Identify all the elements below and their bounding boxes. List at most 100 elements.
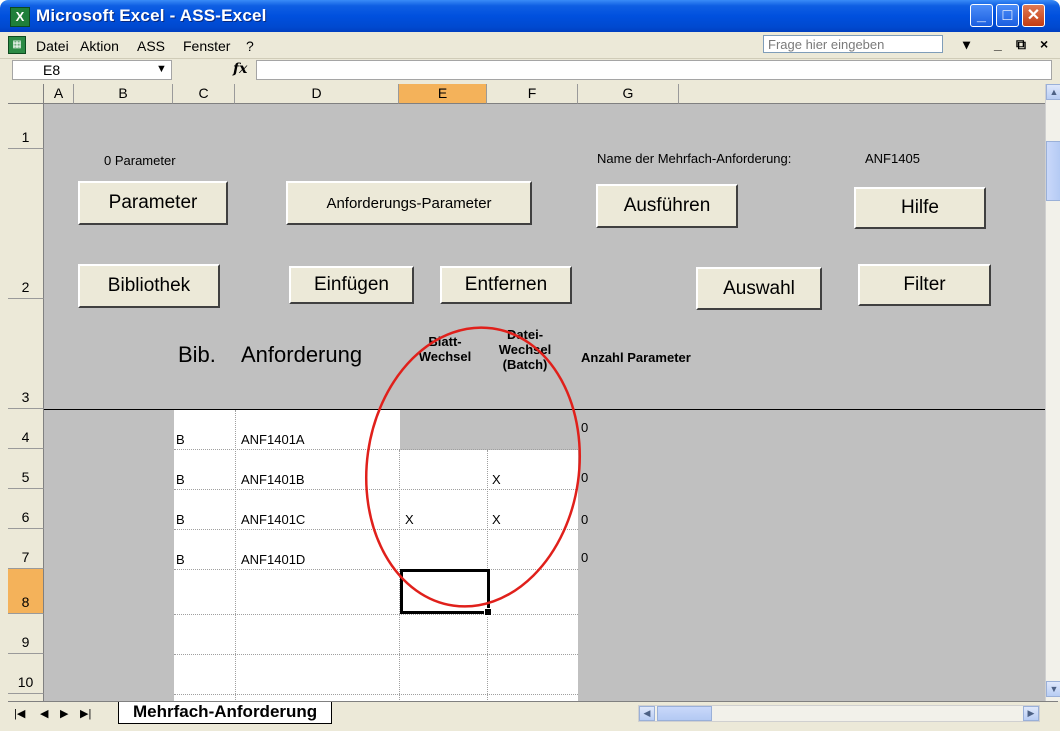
- header-bib: Bib.: [178, 342, 216, 367]
- einfuegen-button[interactable]: Einfügen: [289, 266, 414, 304]
- anforderungs-parameter-button[interactable]: Anforderungs-Parameter: [286, 181, 532, 225]
- cell-anzahl[interactable]: 0: [581, 420, 588, 435]
- col-header-c[interactable]: C: [173, 84, 235, 104]
- minimize-icon: _: [977, 7, 986, 24]
- row-header-7[interactable]: 7: [8, 529, 44, 569]
- workbook-icon[interactable]: ▦: [8, 36, 26, 54]
- menu-datei[interactable]: Datei: [36, 38, 69, 54]
- row-header-2[interactable]: 2: [8, 149, 44, 299]
- cell-bib[interactable]: B: [176, 512, 185, 527]
- gridline: [235, 410, 236, 701]
- col-header-e[interactable]: E: [399, 84, 487, 104]
- menu-ass[interactable]: ASS: [137, 38, 165, 54]
- parameter-button[interactable]: Parameter: [78, 181, 228, 225]
- cell-bib[interactable]: B: [176, 552, 185, 567]
- horizontal-scroll-thumb[interactable]: [657, 706, 712, 721]
- anforderungs-parameter-button-label: Anforderungs-Parameter: [326, 194, 492, 212]
- row-header-8[interactable]: 8: [8, 569, 44, 614]
- scroll-up-icon[interactable]: ▲: [1046, 84, 1060, 100]
- header-dateiwechsel-line1: Datei-: [506, 327, 544, 342]
- bibliothek-button[interactable]: Bibliothek: [78, 264, 220, 308]
- auswahl-button-label: Auswahl: [723, 277, 795, 299]
- auswahl-button[interactable]: Auswahl: [696, 267, 822, 310]
- cell-anforderung[interactable]: ANF1401B: [241, 472, 305, 487]
- cell-anzahl[interactable]: 0: [581, 470, 588, 485]
- vertical-scroll-thumb[interactable]: [1046, 141, 1060, 201]
- row-header-1[interactable]: 1: [8, 104, 44, 149]
- vertical-scrollbar[interactable]: ▲ ▼: [1045, 84, 1060, 701]
- header-anforderung: Anforderung: [241, 342, 363, 367]
- doc-restore-icon[interactable]: ⧉: [1016, 36, 1026, 53]
- select-all-corner[interactable]: [8, 84, 44, 104]
- header-anzahl-parameter: Anzahl Parameter: [581, 350, 691, 365]
- next-sheet-icon[interactable]: ▶: [60, 707, 68, 720]
- filter-button[interactable]: Filter: [858, 264, 991, 306]
- row-header-9[interactable]: 9: [8, 614, 44, 654]
- col-header-b[interactable]: B: [74, 84, 173, 104]
- header-dateiwechsel-line3: (Batch): [502, 357, 548, 372]
- ausfuehren-button-label: Ausführen: [623, 195, 711, 216]
- col-header-rest: [679, 84, 1045, 104]
- col-header-f[interactable]: F: [487, 84, 578, 104]
- menu-fenster[interactable]: Fenster: [183, 38, 230, 54]
- cell-bib[interactable]: B: [176, 472, 185, 487]
- active-cell-e8[interactable]: [400, 569, 490, 614]
- name-box[interactable]: E8: [12, 60, 172, 80]
- worksheet-grid[interactable]: A B C D E F G 1 2 3 4 5 6 7 8 9 10 0 Par…: [8, 84, 1045, 701]
- close-button[interactable]: ✕: [1022, 4, 1045, 27]
- cell-anzahl[interactable]: 0: [581, 512, 588, 527]
- help-search-input[interactable]: Frage hier eingeben: [763, 35, 943, 53]
- header-dateiwechsel: Datei- Wechsel (Batch): [490, 327, 560, 372]
- row-header-5[interactable]: 5: [8, 449, 44, 489]
- cell-anforderung[interactable]: ANF1401C: [241, 512, 305, 527]
- param-count-label: 0 Parameter: [104, 153, 176, 168]
- entfernen-button-label: Entfernen: [464, 274, 548, 295]
- row-header-4[interactable]: 4: [8, 409, 44, 449]
- row-header-6[interactable]: 6: [8, 489, 44, 529]
- minimize-button[interactable]: _: [970, 4, 993, 27]
- formula-input[interactable]: [256, 60, 1052, 80]
- hilfe-button-label: Hilfe: [900, 197, 939, 218]
- maximize-button[interactable]: □: [996, 4, 1019, 27]
- formula-bar: E8 ▼ fx: [0, 59, 1060, 82]
- col-header-g[interactable]: G: [578, 84, 679, 104]
- help-dropdown-icon[interactable]: ▾: [963, 36, 970, 53]
- sheet-tab-mehrfach-anforderung[interactable]: Mehrfach-Anforderung: [118, 702, 333, 724]
- einfuegen-button-label: Einfügen: [313, 274, 389, 295]
- col-header-d[interactable]: D: [235, 84, 399, 104]
- doc-minimize-icon[interactable]: _: [994, 36, 1002, 52]
- title-bar: X Microsoft Excel - ASS-Excel _ □ ✕: [0, 0, 1060, 32]
- scroll-right-icon[interactable]: ▶: [1023, 706, 1039, 721]
- cell-dateiwechsel[interactable]: X: [492, 472, 501, 487]
- window-title: Microsoft Excel - ASS-Excel: [36, 6, 267, 25]
- first-sheet-icon[interactable]: |◀: [14, 707, 25, 720]
- scroll-down-icon[interactable]: ▼: [1046, 681, 1060, 697]
- fx-icon[interactable]: fx: [233, 61, 247, 77]
- menu-aktion[interactable]: Aktion: [80, 38, 119, 54]
- fill-handle[interactable]: [484, 608, 492, 616]
- cell-dateiwechsel[interactable]: X: [492, 512, 501, 527]
- entfernen-button[interactable]: Entfernen: [440, 266, 572, 304]
- ausfuehren-button[interactable]: Ausführen: [596, 184, 738, 228]
- cell-anzahl[interactable]: 0: [581, 550, 588, 565]
- excel-icon: X: [10, 7, 30, 27]
- row-header-3[interactable]: 3: [8, 299, 44, 409]
- cell-blattwechsel[interactable]: X: [405, 512, 414, 527]
- name-box-value: E8: [43, 62, 61, 78]
- horizontal-scrollbar[interactable]: ◀ ▶: [638, 705, 1040, 722]
- row-header-10[interactable]: 10: [8, 654, 44, 694]
- cell-anforderung[interactable]: ANF1401A: [241, 432, 305, 447]
- bibliothek-button-label: Bibliothek: [107, 275, 191, 296]
- dropdown-arrow-icon[interactable]: ▼: [156, 63, 167, 75]
- parameter-button-label: Parameter: [108, 192, 198, 213]
- excel-window: X Microsoft Excel - ASS-Excel _ □ ✕ ▦ Da…: [0, 0, 1060, 731]
- doc-close-icon[interactable]: ×: [1040, 36, 1048, 52]
- last-sheet-icon[interactable]: ▶|: [80, 707, 91, 720]
- cell-anforderung[interactable]: ANF1401D: [241, 552, 305, 567]
- cell-bib[interactable]: B: [176, 432, 185, 447]
- prev-sheet-icon[interactable]: ◀: [40, 707, 48, 720]
- menu-help[interactable]: ?: [246, 38, 254, 54]
- col-header-a[interactable]: A: [44, 84, 74, 104]
- hilfe-button[interactable]: Hilfe: [854, 187, 986, 229]
- scroll-left-icon[interactable]: ◀: [639, 706, 655, 721]
